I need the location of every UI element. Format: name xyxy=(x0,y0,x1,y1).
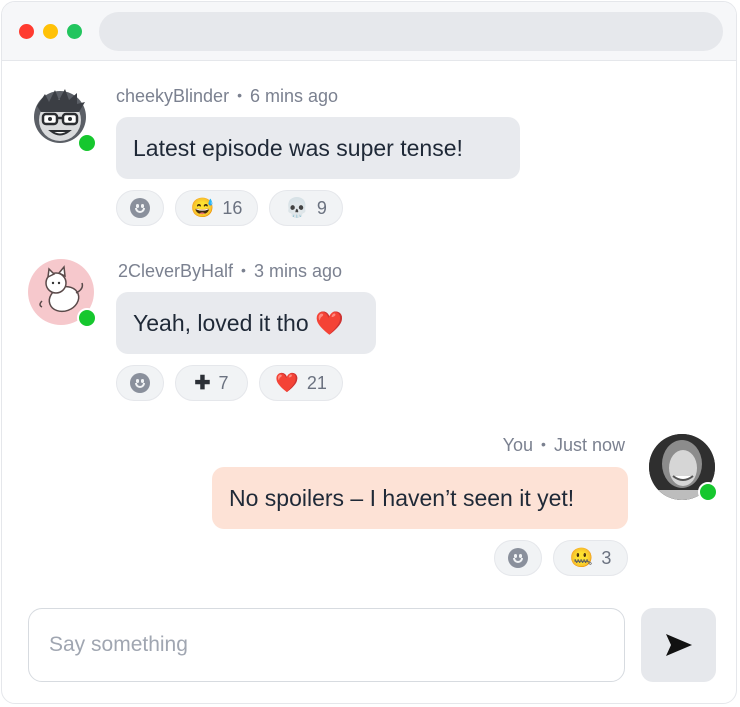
timestamp: 6 mins ago xyxy=(249,86,339,106)
author-name: You xyxy=(502,435,534,455)
meta-separator: • xyxy=(237,87,242,103)
chat-window: cheekyBlinder • 6 mins ago Latest episode … xyxy=(1,1,737,704)
close-window-button[interactable] xyxy=(19,24,34,39)
message-bubble: No spoilers – I haven’t seen it yet! xyxy=(212,467,628,529)
message-meta: 2CleverByHalf • 3 mins ago xyxy=(118,261,342,282)
reaction-chip[interactable]: ✚ 7 xyxy=(175,365,248,401)
maximize-window-button[interactable] xyxy=(67,24,82,39)
title-bar xyxy=(2,2,736,61)
smiley-icon xyxy=(130,373,150,393)
reaction-count: 3 xyxy=(601,547,612,568)
heart-emoji-icon: ❤️ xyxy=(275,372,299,394)
reaction-count: 21 xyxy=(306,372,327,393)
author-name[interactable]: 2CleverByHalf xyxy=(118,261,233,281)
send-button[interactable] xyxy=(641,608,716,682)
add-reaction-button[interactable] xyxy=(116,365,164,401)
timestamp: Just now xyxy=(553,435,625,455)
smiley-icon xyxy=(130,198,150,218)
reaction-count: 9 xyxy=(316,197,327,218)
minimize-window-button[interactable] xyxy=(43,24,58,39)
message-meta: You • Just now xyxy=(503,435,625,456)
message-bubble: Yeah, loved it tho ❤️ xyxy=(116,292,376,354)
grinning-sweat-emoji-icon: 😅 xyxy=(190,197,215,219)
reaction-chip[interactable]: 💀 9 xyxy=(269,190,343,226)
address-bar[interactable] xyxy=(99,12,723,51)
plus-icon: ✚ xyxy=(194,372,211,394)
add-reaction-button[interactable] xyxy=(494,540,542,576)
author-name[interactable]: cheekyBlinder xyxy=(116,86,229,106)
timestamp: 3 mins ago xyxy=(253,261,343,281)
message-input[interactable] xyxy=(29,609,624,681)
zipper-mouth-emoji-icon: 🤐 xyxy=(569,547,594,569)
message-bubble: Latest episode was super tense! xyxy=(116,117,520,179)
meta-separator: • xyxy=(241,262,246,278)
reaction-count: 16 xyxy=(222,197,243,218)
message-composer xyxy=(28,608,625,682)
skull-emoji-icon: 💀 xyxy=(285,197,309,219)
reaction-chip[interactable]: 🤐 3 xyxy=(553,540,628,576)
send-icon xyxy=(665,634,692,656)
smiley-icon xyxy=(508,548,528,568)
reaction-chip[interactable]: 😅 16 xyxy=(175,190,258,226)
online-status-indicator xyxy=(77,133,97,153)
reaction-chip[interactable]: ❤️ 21 xyxy=(259,365,343,401)
message-meta: cheekyBlinder • 6 mins ago xyxy=(116,86,338,107)
meta-separator: • xyxy=(541,436,546,452)
online-status-indicator xyxy=(77,308,97,328)
add-reaction-button[interactable] xyxy=(116,190,164,226)
reaction-count: 7 xyxy=(218,372,229,393)
online-status-indicator xyxy=(698,482,718,502)
